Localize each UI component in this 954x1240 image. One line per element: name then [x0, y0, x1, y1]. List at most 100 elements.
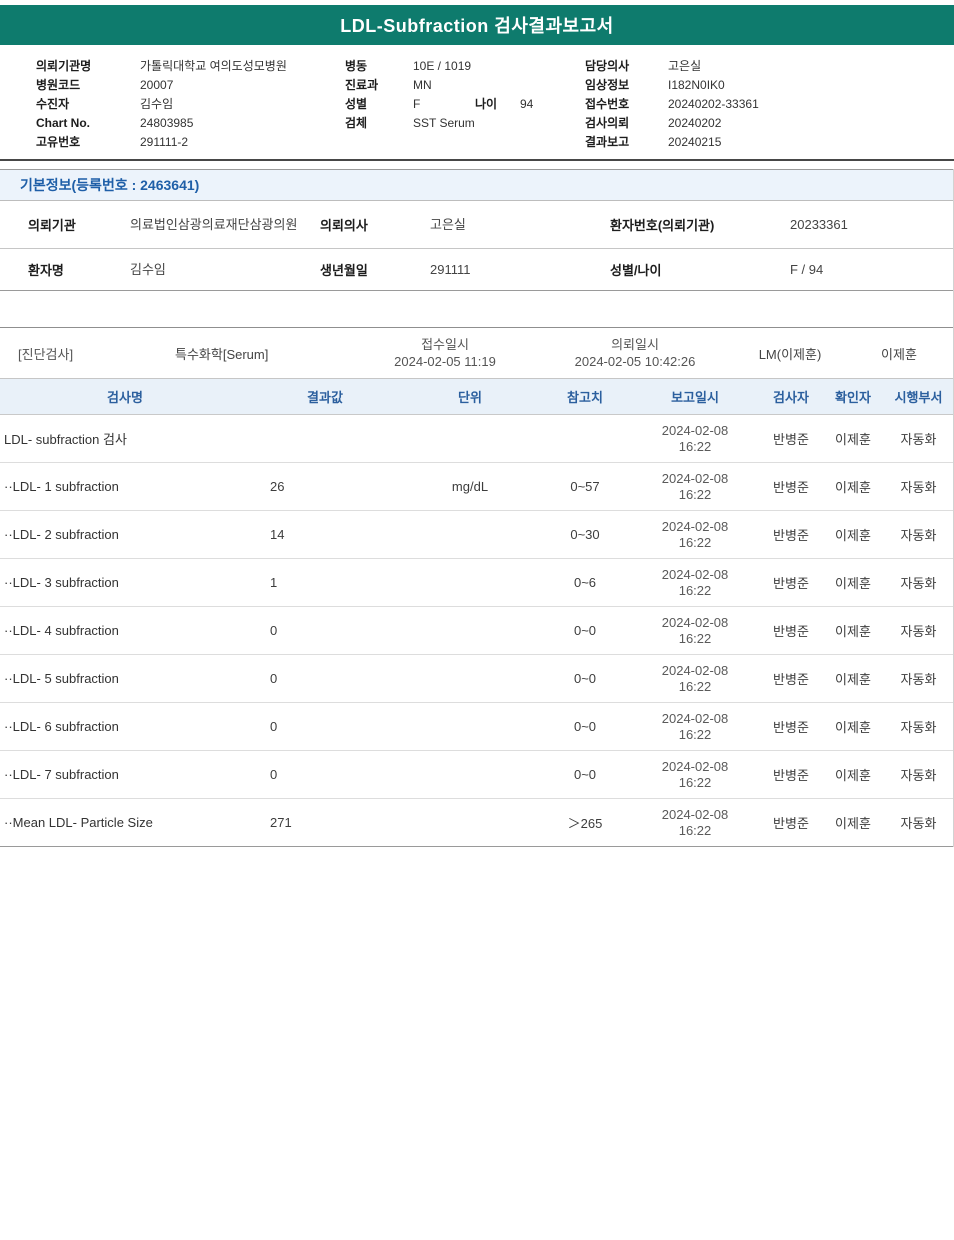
field-label: 의뢰기관명: [36, 57, 140, 74]
info-label-birthdate: 생년월일: [320, 260, 430, 279]
verifier-name: 이제훈: [822, 573, 884, 592]
test-name: ··LDL- 2 subfraction: [0, 527, 250, 542]
field-value: 김수임: [140, 95, 173, 112]
field-label: 진료과: [345, 76, 413, 93]
test-name: ··Mean LDL- Particle Size: [0, 815, 250, 830]
col-header-result: 결과값: [250, 387, 400, 406]
basic-info-row-2: 환자명 김수임 생년월일 291111 성별/나이 F / 94: [0, 249, 953, 291]
report-datetime: 2024-02-0816:22: [630, 615, 760, 647]
report-datetime: 2024-02-0816:22: [630, 471, 760, 503]
performing-department: 자동화: [884, 765, 953, 784]
field-doctor: 담당의사고은실: [585, 56, 954, 75]
field-specimen: 검체SST Serum: [345, 113, 585, 132]
result-row: ··LDL- 2 subfraction 14 0~30 2024-02-081…: [0, 511, 953, 559]
reference-range: ＞265: [540, 813, 630, 832]
report-time: 16:22: [630, 823, 760, 839]
verifier-name: 이제훈: [822, 765, 884, 784]
tester-name: 반병준: [760, 429, 822, 448]
report-time: 16:22: [630, 535, 760, 551]
request-datetime-block: 의뢰일시2024-02-05 10:42:26: [535, 336, 735, 370]
tester-name: 반병준: [760, 813, 822, 832]
report-datetime: 2024-02-0816:22: [630, 423, 760, 455]
field-sex-age: 성별F나이94: [345, 94, 585, 113]
field-value: 20240202-33361: [668, 97, 759, 111]
field-department: 진료과MN: [345, 75, 585, 94]
test-group-row: [진단검사] 특수화학[Serum] 접수일시2024-02-05 11:19 …: [0, 327, 953, 379]
performing-department: 자동화: [884, 717, 953, 736]
field-value: 10E / 1019: [413, 59, 471, 73]
performing-department: 자동화: [884, 477, 953, 496]
field-label: 검체: [345, 114, 413, 131]
field-referring-org: 의뢰기관명가톨릭대학교 여의도성모병원: [36, 56, 345, 75]
col-header-reference: 참고치: [540, 387, 630, 406]
report-datetime: 2024-02-0816:22: [630, 663, 760, 695]
field-value: 20240202: [668, 116, 721, 130]
basic-info-title: 기본정보(등록번호 : 2463641): [20, 175, 199, 195]
reference-range: 0~0: [540, 671, 630, 686]
report-page: LDL-Subfraction 검사결과보고서 의뢰기관명가톨릭대학교 여의도성…: [0, 0, 954, 1240]
performing-department: 자동화: [884, 669, 953, 688]
field-value: 291111-2: [140, 135, 188, 149]
report-title-banner: LDL-Subfraction 검사결과보고서: [0, 5, 954, 45]
field-value: SST Serum: [413, 116, 475, 130]
field-label: 병원코드: [36, 76, 140, 93]
field-label: 임상정보: [585, 76, 668, 93]
info-value-sex-age: F / 94: [790, 262, 953, 278]
field-label: 검사의뢰: [585, 114, 668, 131]
receipt-datetime-block: 접수일시2024-02-05 11:19: [355, 336, 535, 370]
col-header-test-name: 검사명: [0, 387, 250, 406]
field-order-date: 검사의뢰20240202: [585, 113, 954, 132]
lab-name: LM(이제훈): [735, 344, 845, 363]
tester-name: 반병준: [760, 573, 822, 592]
tester-name: 반병준: [760, 525, 822, 544]
result-row: ··LDL- 7 subfraction 0 0~0 2024-02-0816:…: [0, 751, 953, 799]
field-chart-no: Chart No.24803985: [36, 113, 345, 132]
report-date: 2024-02-08: [630, 759, 760, 775]
test-name: ··LDL- 3 subfraction: [0, 575, 250, 590]
report-time: 16:22: [630, 775, 760, 791]
field-label: 병동: [345, 57, 413, 74]
report-date: 2024-02-08: [630, 519, 760, 535]
field-value: MN: [413, 78, 432, 92]
report-time: 16:22: [630, 583, 760, 599]
result-value: 0: [250, 671, 400, 686]
results-table-header: 검사명 결과값 단위 참고치 보고일시 검사자 확인자 시행부서: [0, 379, 953, 415]
verifier-name: 이제훈: [822, 429, 884, 448]
field-label: 수진자: [36, 95, 140, 112]
verifier-name: 이제훈: [822, 717, 884, 736]
report-datetime: 2024-02-0816:22: [630, 807, 760, 839]
result-value: 1: [250, 575, 400, 590]
field-label: Chart No.: [36, 116, 140, 130]
report-datetime: 2024-02-0816:22: [630, 567, 760, 599]
result-value: 26: [250, 479, 400, 494]
result-value: 271: [250, 815, 400, 830]
field-label-age: 나이: [475, 95, 520, 112]
field-receipt-no: 접수번호20240202-33361: [585, 94, 954, 113]
basic-info-section-bar: 기본정보(등록번호 : 2463641): [0, 169, 953, 201]
reference-range: 0~0: [540, 767, 630, 782]
patient-header-left-column: 의뢰기관명가톨릭대학교 여의도성모병원 병원코드20007 수진자김수임 Cha…: [36, 56, 345, 151]
field-clinical-info: 임상정보I182N0IK0: [585, 75, 954, 94]
report-time: 16:22: [630, 439, 760, 455]
test-name: ··LDL- 7 subfraction: [0, 767, 250, 782]
tester-name: 반병준: [760, 621, 822, 640]
info-value-patient-no: 20233361: [790, 217, 953, 233]
performing-department: 자동화: [884, 429, 953, 448]
field-label: 결과보고: [585, 133, 668, 150]
results-table-body: LDL- subfraction 검사 2024-02-0816:22 반병준 …: [0, 415, 953, 847]
reference-range: 0~57: [540, 479, 630, 494]
section-gap: [0, 291, 953, 327]
test-name: ··LDL- 1 subfraction: [0, 479, 250, 494]
result-row: ··LDL- 6 subfraction 0 0~0 2024-02-0816:…: [0, 703, 953, 751]
report-date: 2024-02-08: [630, 567, 760, 583]
info-value-patient-name: 김수임: [130, 262, 320, 278]
info-label-patient-name: 환자명: [0, 260, 130, 279]
info-value-referrer: 의료법인삼광의료재단삼광의원: [130, 217, 320, 233]
report-time: 16:22: [630, 679, 760, 695]
result-value: 0: [250, 767, 400, 782]
field-value: 고은실: [668, 57, 701, 74]
report-date: 2024-02-08: [630, 471, 760, 487]
info-value-ref-doctor: 고은실: [430, 217, 610, 233]
report-title: LDL-Subfraction 검사결과보고서: [340, 12, 613, 38]
verifier-name: 이제훈: [822, 669, 884, 688]
